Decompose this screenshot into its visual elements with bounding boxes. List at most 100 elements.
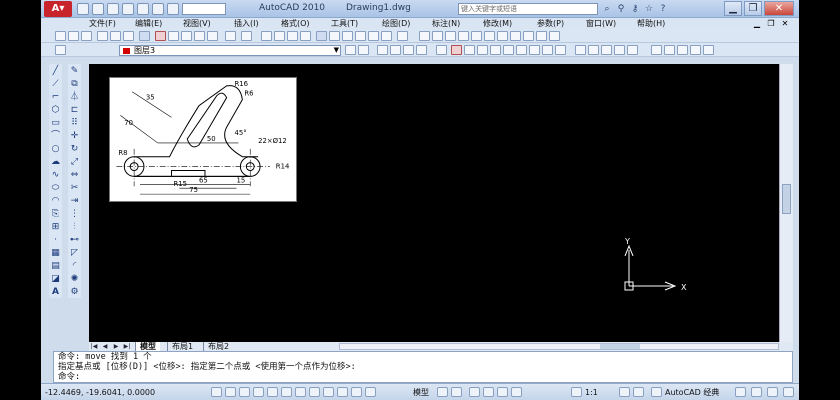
dynamic-input-icon[interactable] (337, 387, 348, 397)
snap-insert-icon[interactable] (575, 45, 586, 55)
annotation-visibility-icon[interactable] (619, 387, 630, 397)
zoom-status-icon[interactable] (483, 387, 494, 397)
pan-icon[interactable] (261, 31, 272, 41)
close-button[interactable]: ✕ (764, 1, 794, 16)
undo-toolbar-icon[interactable] (225, 31, 236, 41)
help-toolbar-icon[interactable] (397, 31, 408, 41)
open-file-icon[interactable] (92, 3, 104, 15)
new-file-icon[interactable] (77, 3, 89, 15)
dim-jogged-icon[interactable] (484, 31, 495, 41)
key-icon[interactable]: ⚷ (629, 3, 641, 15)
quickcalc-icon[interactable] (381, 31, 392, 41)
maximize-button[interactable]: ❐ (744, 1, 762, 16)
zoom-previous-icon[interactable] (300, 31, 311, 41)
save-as-icon[interactable] (122, 3, 134, 15)
grid-display-icon[interactable] (239, 387, 250, 397)
explode-icon[interactable]: ✺ (69, 274, 80, 284)
snap-perpendicular-icon[interactable] (542, 45, 553, 55)
properties-modify-icon[interactable]: ⚙ (69, 287, 80, 297)
infer-constraints-icon[interactable] (211, 387, 222, 397)
mirror-modify-icon[interactable]: ⏃ (69, 92, 80, 102)
save-icon[interactable] (107, 3, 119, 15)
save-toolbar-icon[interactable] (81, 31, 92, 41)
extend-icon[interactable]: ⇥ (69, 196, 80, 206)
command-prompt[interactable]: 命令: (58, 372, 792, 382)
spline-icon[interactable]: ∿ (50, 170, 61, 180)
menu-window[interactable]: 窗口(W) (586, 18, 616, 29)
object-snap-tracking-icon[interactable] (309, 387, 320, 397)
menu-tools[interactable]: 工具(T) (331, 18, 358, 29)
tool-palettes-icon[interactable] (342, 31, 353, 41)
3d-dwf-icon[interactable] (139, 31, 150, 41)
tab-layout1[interactable]: 布局1 (167, 342, 197, 351)
match-properties-icon[interactable] (194, 31, 205, 41)
stretch-icon[interactable]: ⇔ (69, 170, 80, 180)
layer-previous-icon[interactable] (358, 45, 369, 55)
layer-manager-icon[interactable] (55, 45, 66, 55)
prev-tab-icon[interactable]: ◀ (100, 342, 110, 351)
horizontal-scrollbar[interactable] (339, 343, 779, 350)
dynamic-ucs-icon[interactable] (323, 387, 334, 397)
workspace-field[interactable] (182, 3, 226, 15)
region-icon[interactable]: ◪ (50, 274, 61, 284)
dim-quick-icon[interactable] (523, 31, 534, 41)
binoculars-icon[interactable]: ⚲ (615, 3, 627, 15)
break-at-point-icon[interactable]: ⋮ (69, 209, 80, 219)
revision-cloud-icon[interactable]: ☁ (50, 157, 61, 167)
menu-modify[interactable]: 修改(M) (483, 18, 512, 29)
drawing-area[interactable]: 35 70 R16 R6 50 22×Ø12 R14 R15 65 15 75 … (89, 64, 779, 342)
layer-isolate-icon[interactable] (690, 45, 701, 55)
ellipse-icon[interactable]: ⬭ (50, 183, 61, 193)
redo-toolbar-icon[interactable] (241, 31, 252, 41)
snap-apparent-icon[interactable] (477, 45, 488, 55)
sheet-set-icon[interactable] (355, 31, 366, 41)
quick-properties-icon[interactable] (365, 387, 376, 397)
minimize-button[interactable]: ▁ (724, 1, 742, 16)
ortho-mode-icon[interactable] (253, 387, 264, 397)
workspace-name[interactable]: AutoCAD 经典 (665, 387, 719, 398)
ellipse-arc-icon[interactable]: ◠ (50, 196, 61, 206)
trim-icon[interactable]: ✂ (69, 183, 80, 193)
polyline-icon[interactable]: ⌐ (50, 92, 61, 102)
hatch-icon[interactable]: ▦ (50, 248, 61, 258)
dim-arc-icon[interactable] (445, 31, 456, 41)
qnew-icon[interactable] (55, 31, 66, 41)
move-modify-icon[interactable]: ✛ (69, 131, 80, 141)
snap-parallel-icon[interactable] (555, 45, 566, 55)
snap-tangent-icon[interactable] (529, 45, 540, 55)
gradient-icon[interactable]: ▤ (50, 261, 61, 271)
markup-icon[interactable] (368, 31, 379, 41)
design-center-icon[interactable] (329, 31, 340, 41)
paste-icon[interactable] (181, 31, 192, 41)
cursor-coordinates[interactable]: -12.4469, -19.6041, 0.0000 (45, 387, 155, 398)
make-current-layer-icon[interactable] (345, 45, 356, 55)
publish-icon[interactable] (123, 31, 134, 41)
menu-file[interactable]: 文件(F) (89, 18, 116, 29)
menu-format[interactable]: 格式(O) (281, 18, 310, 29)
cut-icon[interactable] (155, 31, 166, 41)
copy-icon[interactable] (168, 31, 179, 41)
make-block-icon[interactable]: ⊞ (50, 222, 61, 232)
vertical-scrollbar[interactable] (779, 64, 793, 342)
copy-object-icon[interactable] (390, 45, 401, 55)
showmotion-icon[interactable] (511, 387, 522, 397)
command-window[interactable]: 命令: move 找到 1 个 指定基点或 [位移(D)] <位移>: 指定第二… (53, 351, 793, 383)
polar-tracking-icon[interactable] (267, 387, 278, 397)
rotate-icon[interactable]: ↻ (69, 144, 80, 154)
help-search-input[interactable]: 键入关键字或短语 (458, 3, 598, 15)
chamfer-icon[interactable]: ◸ (69, 248, 80, 258)
quick-view-layouts-icon[interactable] (437, 387, 448, 397)
break-icon[interactable]: ⫶ (69, 222, 80, 232)
menu-view[interactable]: 视图(V) (183, 18, 211, 29)
last-tab-icon[interactable]: ▶| (122, 342, 132, 351)
zoom-window-icon[interactable] (287, 31, 298, 41)
menu-insert[interactable]: 插入(I) (234, 18, 259, 29)
dim-radius-icon[interactable] (471, 31, 482, 41)
snap-endpoint-icon[interactable] (436, 45, 447, 55)
osnap-settings-icon[interactable] (627, 45, 638, 55)
redo-icon[interactable] (167, 3, 179, 15)
zoom-realtime-icon[interactable] (274, 31, 285, 41)
offset-modify-icon[interactable]: ⊏ (69, 105, 80, 115)
annotation-scale-value[interactable]: 1:1 (585, 387, 598, 398)
toolbar-lock-icon[interactable] (735, 387, 746, 397)
